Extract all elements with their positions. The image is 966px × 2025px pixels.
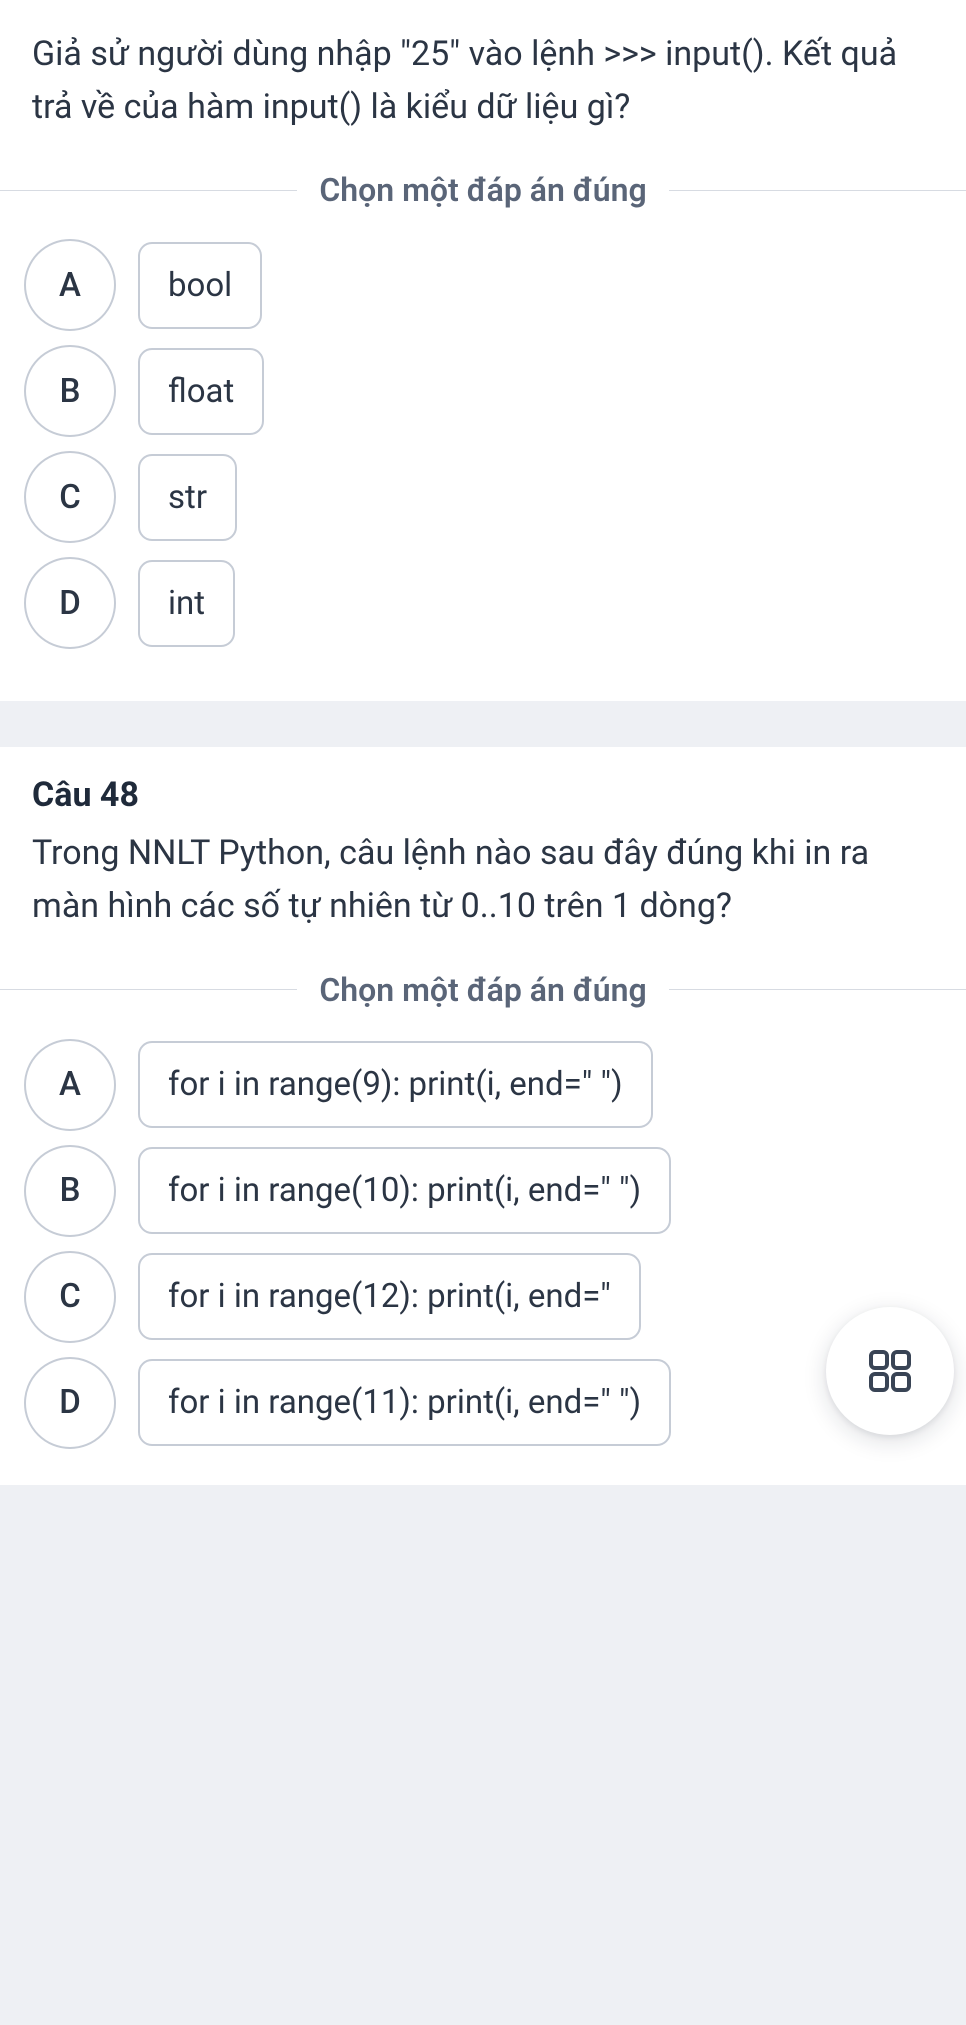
instruction-text: Chọn một đáp án đúng [297,171,668,209]
option-a[interactable]: A bool [24,239,942,331]
question-card-1: Giả sử người dùng nhập "25" vào lệnh >>>… [0,0,966,701]
option-label: bool [138,242,262,329]
options-list: A for i in range(9): print(i, end=" ") B… [0,1039,966,1485]
option-letter: C [24,451,116,543]
option-label: str [138,454,237,541]
option-letter: A [24,1039,116,1131]
divider-line [0,190,297,191]
instruction-text: Chọn một đáp án đúng [297,971,668,1009]
option-b[interactable]: B for i in range(10): print(i, end=" ") [24,1145,942,1237]
option-c[interactable]: C for i in range(12): print(i, end=" [24,1251,942,1343]
option-b[interactable]: B float [24,345,942,437]
option-label: int [138,560,235,647]
option-d[interactable]: D for i in range(11): print(i, end=" ") [24,1357,942,1449]
question-card-2: Câu 48 Trong NNLT Python, câu lệnh nào s… [0,747,966,1484]
divider-line [669,190,966,191]
option-a[interactable]: A for i in range(9): print(i, end=" ") [24,1039,942,1131]
option-letter: B [24,345,116,437]
options-list: A bool B float C str D int [0,239,966,701]
question-text: Giả sử người dùng nhập "25" vào lệnh >>>… [0,0,966,153]
option-label: for i in range(11): print(i, end=" ") [138,1359,671,1446]
divider-line [0,989,297,990]
option-label: float [138,348,264,435]
grid-icon [867,1348,913,1394]
option-letter: B [24,1145,116,1237]
option-label: for i in range(10): print(i, end=" ") [138,1147,671,1234]
option-label: for i in range(12): print(i, end=" [138,1253,641,1340]
question-text: Trong NNLT Python, câu lệnh nào sau đây … [0,821,966,952]
instruction-divider: Chọn một đáp án đúng [0,171,966,209]
option-letter: D [24,1357,116,1449]
divider-line [669,989,966,990]
card-gap [0,701,966,747]
instruction-divider: Chọn một đáp án đúng [0,971,966,1009]
option-d[interactable]: D int [24,557,942,649]
option-letter: C [24,1251,116,1343]
grid-fab-button[interactable] [826,1307,954,1435]
option-letter: D [24,557,116,649]
question-title: Câu 48 [0,747,966,821]
option-c[interactable]: C str [24,451,942,543]
bottom-gap [0,1485,966,1491]
option-label: for i in range(9): print(i, end=" ") [138,1041,653,1128]
option-letter: A [24,239,116,331]
